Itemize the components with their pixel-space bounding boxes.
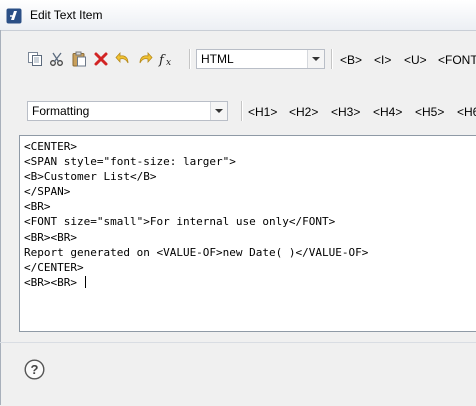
- text-editor[interactable]: <CENTER> <SPAN style="font-size: larger"…: [19, 135, 476, 332]
- dialog-footer: [0, 342, 476, 406]
- toolbar-separator: [241, 101, 243, 121]
- font-tag-button[interactable]: <FONT: [438, 53, 476, 67]
- h4-tag-button[interactable]: <H4>: [373, 105, 402, 119]
- code-line: <BR><BR>: [24, 230, 77, 244]
- h3-tag-button[interactable]: <H3>: [331, 105, 360, 119]
- copy-icon: [27, 52, 42, 66]
- format-select-value: HTML: [201, 52, 234, 66]
- h6-tag-button[interactable]: <H6: [457, 105, 476, 119]
- h2-tag-button[interactable]: <H2>: [289, 105, 318, 119]
- chevron-down-icon[interactable]: [210, 102, 227, 120]
- copy-button[interactable]: [24, 48, 45, 70]
- function-icon: f x: [158, 53, 171, 67]
- bold-tag-button[interactable]: <B>: [340, 53, 362, 67]
- edit-text-item-dialog: Edit Text Item f x HTML <B> <I> <U> <FON…: [0, 0, 476, 405]
- svg-text:x: x: [166, 58, 171, 67]
- editing-toolbar: f x: [24, 47, 178, 71]
- code-line: </SPAN>: [24, 185, 71, 199]
- editor-content[interactable]: <CENTER> <SPAN style="font-size: larger"…: [24, 139, 368, 290]
- paste-button[interactable]: [68, 48, 89, 70]
- cut-icon: [49, 52, 63, 66]
- app-logo-icon: [6, 8, 22, 24]
- code-line: <BR>: [24, 200, 51, 214]
- code-line: <FONT size="small">For internal use only…: [24, 215, 336, 229]
- svg-text:?: ?: [31, 362, 39, 377]
- toolbar-separator: [331, 49, 333, 69]
- format-select[interactable]: HTML: [196, 49, 325, 69]
- text-caret: [84, 275, 86, 288]
- h1-tag-button[interactable]: <H1>: [248, 105, 277, 119]
- delete-icon: [94, 52, 107, 66]
- undo-icon: [114, 51, 128, 64]
- function-button[interactable]: f x: [156, 48, 177, 70]
- title-bar: Edit Text Item: [0, 0, 476, 31]
- code-line: <CENTER>: [24, 140, 77, 153]
- italic-tag-button[interactable]: <I>: [374, 53, 391, 67]
- underline-tag-button[interactable]: <U>: [404, 53, 427, 67]
- cut-button[interactable]: [46, 48, 67, 70]
- toolbar-separator: [189, 49, 191, 69]
- code-line: <BR><BR>: [24, 275, 84, 289]
- delete-button[interactable]: [90, 48, 111, 70]
- code-line: <SPAN style="font-size: larger">: [24, 155, 236, 169]
- formatting-select-value: Formatting: [32, 104, 90, 118]
- window-title: Edit Text Item: [30, 8, 103, 22]
- code-line: Report generated on <VALUE-OF>new Date( …: [24, 245, 369, 259]
- redo-button[interactable]: [134, 48, 155, 70]
- svg-text:f: f: [158, 53, 166, 67]
- chevron-down-icon[interactable]: [307, 50, 324, 68]
- h5-tag-button[interactable]: <H5>: [415, 105, 444, 119]
- help-icon[interactable]: ?: [24, 359, 45, 380]
- formatting-select[interactable]: Formatting: [27, 101, 228, 121]
- undo-button[interactable]: [112, 48, 133, 70]
- paste-icon: [72, 51, 86, 67]
- code-line: </CENTER>: [24, 260, 84, 274]
- redo-icon: [139, 51, 153, 64]
- code-line: <B>Customer List</B>: [24, 170, 157, 184]
